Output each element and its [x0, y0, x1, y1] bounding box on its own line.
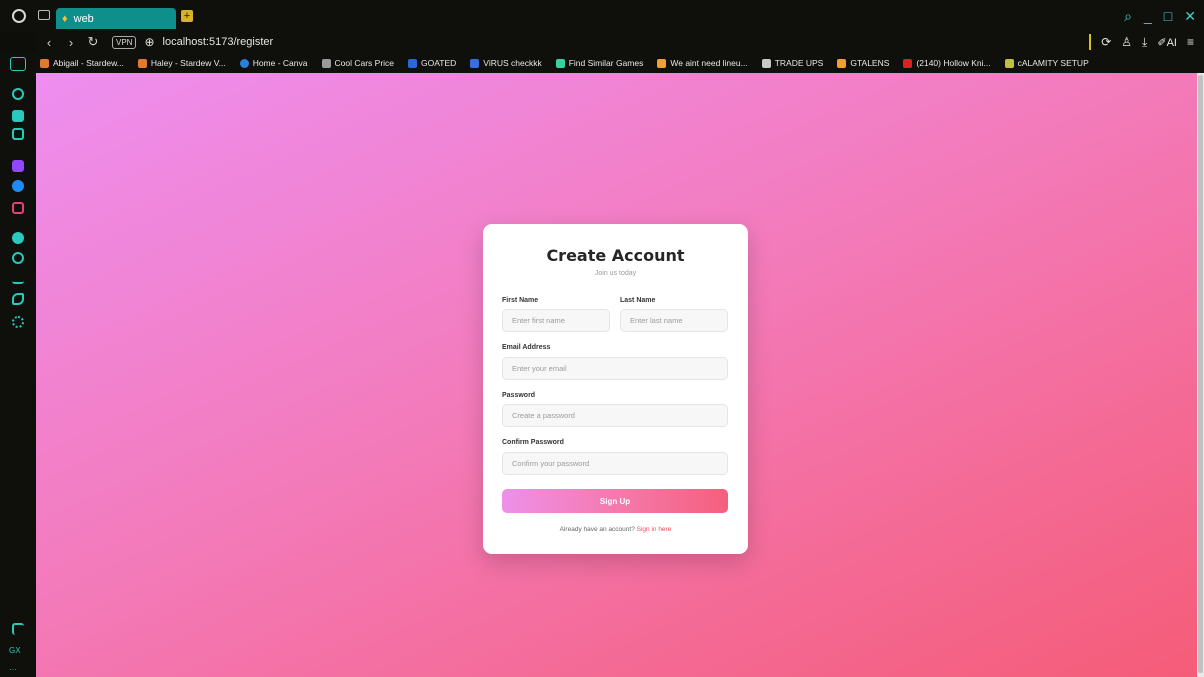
bookmark-item[interactable]: cALAMITY SETUP	[1004, 58, 1089, 68]
password-field[interactable]	[502, 404, 728, 427]
address-row: ‹ › ↻ VPN ⊕ localhost:5173/register ⟳ ♙ …	[36, 31, 1204, 53]
email-label: Email Address	[502, 344, 551, 351]
page-title: Create Account	[546, 246, 685, 265]
close-button[interactable]: ✕	[1184, 8, 1196, 25]
reload-button[interactable]: ↻	[84, 34, 102, 50]
bookmark-icon	[321, 58, 331, 68]
bookmark-icon	[137, 58, 147, 68]
back-button[interactable]: ‹	[40, 35, 58, 50]
spotify-icon[interactable]	[12, 232, 24, 244]
settings-icon[interactable]	[12, 316, 24, 328]
more-icon[interactable]: ···	[9, 665, 17, 674]
bookmarks-bar: Abigail - Stardew... Haley - Stardew V..…	[36, 53, 1204, 73]
page-subtitle: Join us today	[594, 270, 637, 277]
opera-logo-icon[interactable]	[12, 9, 26, 23]
tab-strip: ♦ web + ⌕ _ □ ✕	[0, 0, 1204, 31]
bookmark-item[interactable]: Find Similar Games	[555, 58, 643, 68]
confirm-password-label: Confirm Password	[502, 439, 564, 446]
search-tabs-icon[interactable]: ⌕	[1124, 8, 1132, 25]
register-card: Create Account Join us today First Name …	[483, 224, 748, 554]
menu-icon[interactable]: ≡	[1187, 35, 1194, 49]
aria-ai-button[interactable]: ✐AI	[1157, 36, 1177, 49]
gx-label[interactable]: GX	[9, 646, 21, 655]
messenger-icon[interactable]	[12, 180, 24, 192]
sync-icon[interactable]: ⟳	[1101, 35, 1111, 49]
bookmark-item[interactable]: GTALENS	[837, 58, 889, 68]
sign-up-button[interactable]: Sign Up	[502, 489, 728, 513]
last-name-label: Last Name	[620, 297, 656, 304]
site-info-icon[interactable]: ⊕	[144, 35, 154, 49]
bookmark-icon	[239, 58, 249, 68]
mail-icon[interactable]	[12, 128, 24, 140]
maximize-button[interactable]: □	[1164, 8, 1172, 25]
bookmark-item[interactable]: TRADE UPS	[761, 58, 823, 68]
bookmark-icon	[837, 58, 847, 68]
instagram-icon[interactable]	[12, 202, 24, 214]
refresh-icon[interactable]	[12, 88, 24, 100]
forward-button[interactable]: ›	[62, 35, 80, 50]
tab-island-icon[interactable]	[38, 10, 50, 20]
bookmark-item[interactable]: Cool Cars Price	[321, 58, 394, 68]
bookmark-item[interactable]: GOATED	[408, 58, 456, 68]
bookmark-item[interactable]: (2140) Hollow Kni...	[903, 58, 991, 68]
minimize-button[interactable]: _	[1144, 8, 1152, 25]
twitch-icon[interactable]	[12, 160, 24, 172]
bookmark-icon	[40, 58, 49, 68]
bookmark-icon	[408, 58, 418, 68]
signin-prompt: Already have an account? Sign in here	[483, 526, 748, 533]
address-input[interactable]: localhost:5173/register	[163, 36, 274, 48]
bookmark-item[interactable]: Abigail - Stardew...	[40, 58, 124, 68]
vpn-badge[interactable]: VPN	[112, 35, 137, 49]
favicon-icon: ♦	[62, 12, 68, 25]
bookmark-item[interactable]: ViRUS checkkk	[470, 58, 542, 68]
sign-in-link[interactable]: Sign in here	[637, 526, 672, 533]
history-icon[interactable]	[12, 252, 24, 264]
first-name-label: First Name	[502, 297, 539, 304]
sidebar: GX ···	[0, 53, 36, 677]
browser-window: ♦ web + ⌕ _ □ ✕ ‹ › ↻ VPN ⊕ localhost:51…	[0, 0, 1204, 677]
bookmark-item[interactable]: We aint need lineu...	[657, 58, 748, 68]
email-field[interactable]	[502, 357, 728, 380]
tab-web[interactable]: ♦ web	[56, 8, 176, 29]
chat-icon[interactable]	[12, 110, 24, 122]
extensions-icon[interactable]	[12, 293, 24, 305]
home-icon[interactable]	[10, 57, 26, 71]
scrollbar-thumb[interactable]	[1198, 75, 1203, 673]
window-controls: ⌕ _ □ ✕	[1124, 8, 1196, 25]
download-icon[interactable]: ⤓	[1142, 35, 1147, 50]
profile-icon[interactable]: ♙	[1121, 35, 1132, 49]
bookmark-icon	[903, 58, 913, 68]
password-label: Password	[502, 392, 536, 399]
tab-title: web	[73, 12, 94, 25]
download-icon[interactable]	[12, 272, 24, 284]
signin-prompt-text: Already have an account?	[559, 526, 635, 533]
first-name-field[interactable]	[502, 309, 610, 332]
bookmark-icon	[470, 58, 480, 68]
bookmark-icon	[1004, 58, 1014, 68]
bookmark-item[interactable]: Home - Canva	[239, 58, 308, 68]
last-name-field[interactable]	[620, 309, 728, 332]
bookmark-icon	[657, 58, 667, 68]
toolbar-divider	[1089, 34, 1092, 50]
new-tab-button[interactable]: +	[181, 10, 193, 22]
bookmark-item[interactable]: Haley - Stardew V...	[137, 58, 226, 68]
confirm-password-field[interactable]	[502, 452, 728, 475]
cursor-icon[interactable]	[12, 623, 24, 635]
scrollbar[interactable]	[1197, 73, 1204, 677]
bookmark-icon	[555, 58, 565, 68]
toolbar-right: ⟳ ♙ ⤓ ✐AI ≡	[1089, 34, 1194, 50]
bookmark-icon	[761, 58, 771, 68]
